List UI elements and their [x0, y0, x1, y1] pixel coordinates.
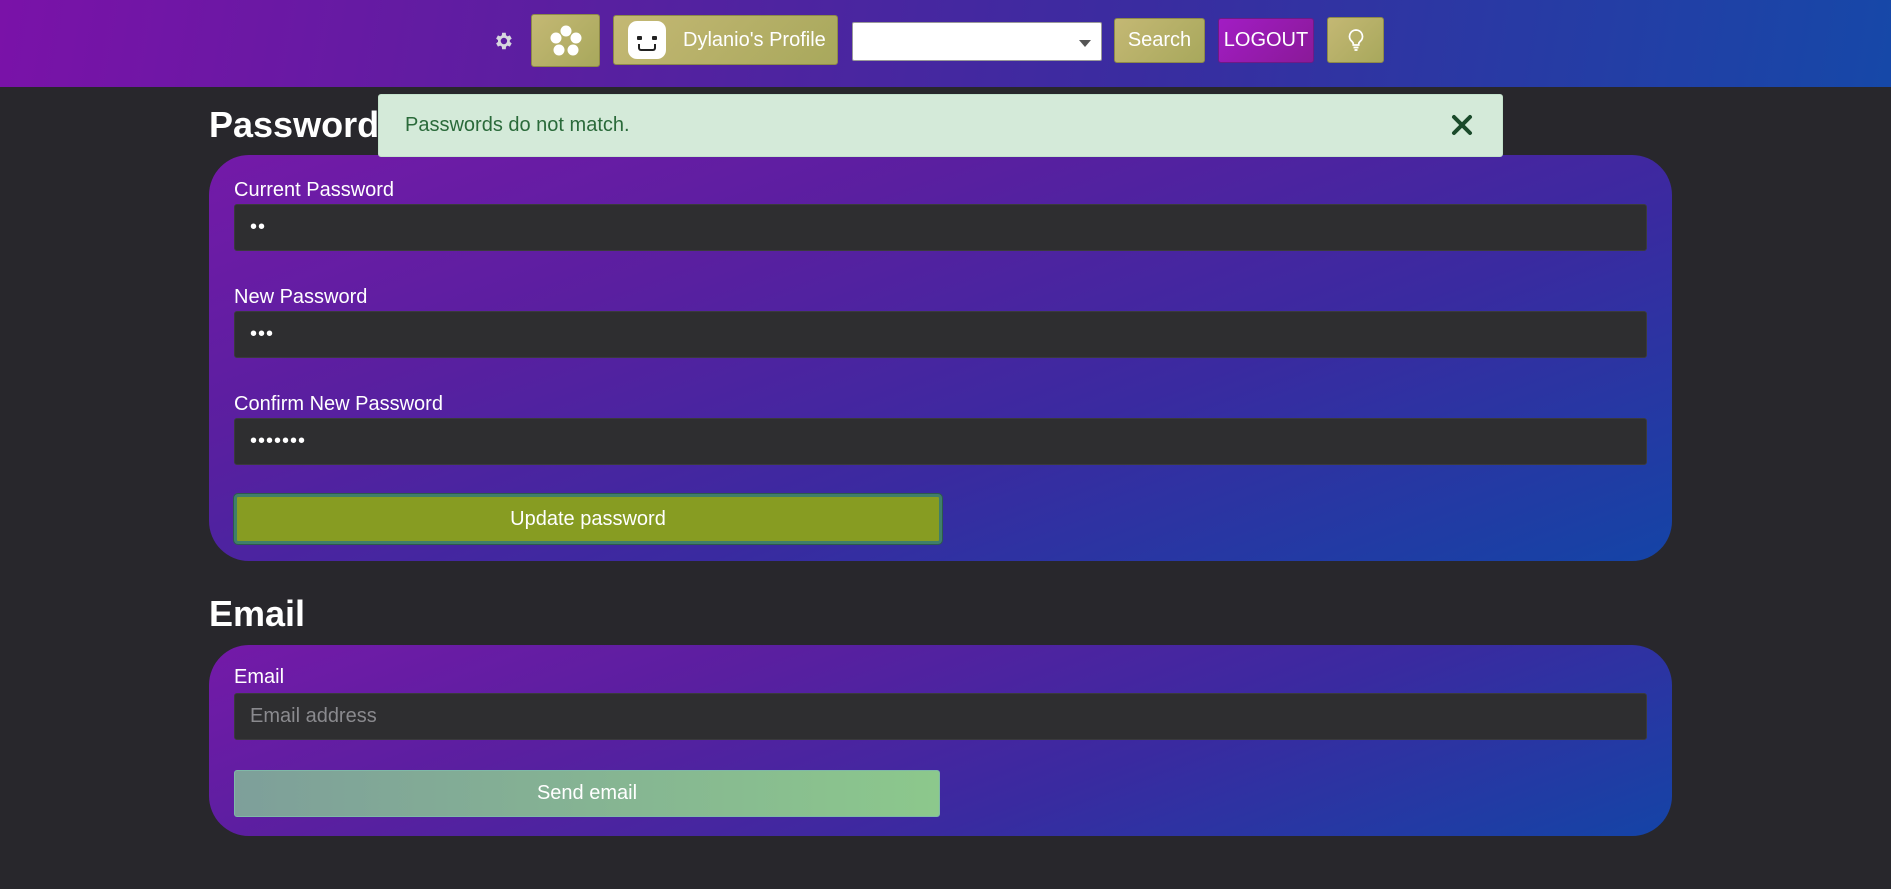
theme-toggle-button[interactable]	[1327, 17, 1384, 63]
top-nav-bar: Dylanio's Profile Search LOGOUT	[0, 0, 1891, 87]
update-password-button-label: Update password	[510, 507, 666, 530]
home-flower-button[interactable]	[531, 14, 600, 67]
profile-button-label: Dylanio's Profile	[683, 28, 826, 51]
logout-button-label: LOGOUT	[1223, 29, 1309, 51]
email-card: Email Email address Send email	[209, 645, 1672, 836]
update-password-button[interactable]: Update password	[234, 494, 942, 544]
email-section-title: Email	[209, 593, 306, 634]
current-password-field[interactable]: ••	[234, 204, 1647, 251]
logout-button[interactable]: LOGOUT	[1218, 18, 1314, 63]
confirm-password-field[interactable]: •••••••	[234, 418, 1647, 465]
alert-message: Passwords do not match.	[405, 114, 630, 136]
current-password-label: Current Password	[234, 179, 395, 201]
password-section-title: Password	[209, 104, 380, 145]
send-email-button-label: Send email	[536, 782, 638, 804]
email-label: Email	[234, 666, 285, 688]
lightbulb-icon	[1348, 29, 1363, 51]
profile-button[interactable]: Dylanio's Profile	[613, 15, 838, 65]
new-password-field[interactable]: •••	[234, 311, 1647, 358]
settings-gear-icon[interactable]	[490, 28, 516, 54]
password-card: Current Password •• New Password ••• Con…	[209, 155, 1672, 561]
new-password-label: New Password	[234, 286, 368, 308]
chevron-down-icon	[1079, 40, 1091, 47]
email-field[interactable]: Email address	[234, 693, 1647, 740]
send-email-button[interactable]: Send email	[234, 770, 940, 817]
search-button-label: Search	[1127, 29, 1192, 51]
confirm-password-label: Confirm New Password	[234, 393, 443, 415]
search-select[interactable]	[852, 22, 1102, 61]
error-alert: Passwords do not match.	[378, 94, 1503, 157]
close-icon[interactable]	[1448, 111, 1476, 139]
face-avatar-icon	[628, 21, 666, 59]
flower-icon	[550, 25, 581, 55]
search-button[interactable]: Search	[1114, 18, 1205, 63]
